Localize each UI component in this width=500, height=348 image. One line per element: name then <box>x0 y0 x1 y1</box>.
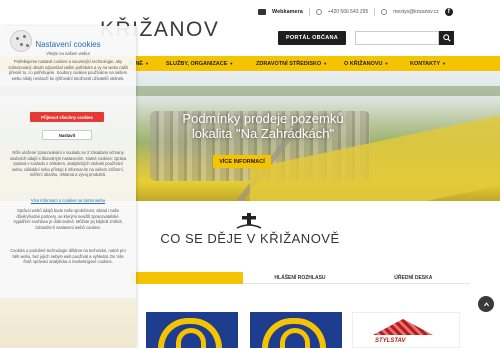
tab-aktuality[interactable] <box>130 272 244 284</box>
facebook-icon[interactable]: f <box>444 8 453 16</box>
nav-item-kontakty[interactable]: KONTAKTY ▼ <box>410 61 446 67</box>
search-input[interactable] <box>355 31 439 45</box>
chevron-down-icon: ▼ <box>442 61 447 66</box>
stylstav-card[interactable]: STYLSTAV <box>352 312 460 348</box>
cookie-details-text: Níže uložené zpracovávání v souladu se 2… <box>9 150 127 178</box>
czech-post-card-2[interactable] <box>250 312 342 348</box>
search-icon <box>442 34 451 42</box>
cookie-intro-text: Potřebujeme nastavit cookies a souvisejí… <box>8 59 128 81</box>
tab-hlaseni-rozhlasu[interactable]: HLÁŠENÍ ROZHLASU <box>243 272 357 284</box>
nav-item-zdravotni-stredisko[interactable]: ZDRAVOTNÍ STŘEDISKO ▼ <box>256 61 327 67</box>
chevron-down-icon: ▼ <box>323 61 328 66</box>
nav-item-label: ZDRAVOTNÍ STŘEDISKO <box>256 60 322 67</box>
webcam-icon[interactable] <box>258 9 266 15</box>
phone-icon <box>315 9 322 15</box>
portal-obcana-button[interactable]: PORTÁL OBČANA <box>278 31 346 45</box>
webcam-link[interactable]: Webkamera <box>272 9 303 15</box>
search-button[interactable] <box>439 31 454 45</box>
nav-item-o-krizanovu[interactable]: O KŘIŽANOVU ▼ <box>344 61 388 67</box>
cookie-background-image <box>0 298 136 348</box>
stylstav-roof-logo <box>373 319 433 335</box>
hero-title: Podmínky prodeje pozemků lokalita "Na Za… <box>118 111 408 141</box>
cookie-settings-button[interactable]: Nastavit <box>42 130 92 140</box>
hero-title-line2: lokalita "Na Zahrádkách" <box>191 126 335 141</box>
nav-item-label: KONTAKTY <box>410 60 441 67</box>
phone-link[interactable]: +420 566 543 295 <box>328 9 368 15</box>
email-icon <box>381 9 388 15</box>
cookie-controllers-text: Správci webů údajů bude naše společnost,… <box>13 208 123 230</box>
chevron-down-icon: ▼ <box>384 61 389 66</box>
stylstav-brand: STYLSTAV <box>375 338 406 344</box>
accept-all-cookies-button[interactable]: Přijmout všechny cookies <box>30 112 104 122</box>
chevron-down-icon: ▼ <box>229 61 234 66</box>
scroll-to-top-button[interactable] <box>478 296 494 312</box>
cookie-more-info-link[interactable]: Více informací o cookies na tomto webu <box>0 198 136 203</box>
nav-item-sluzby[interactable]: SLUŽBY, ORGANIZACE ▼ <box>166 61 233 67</box>
divider <box>374 8 376 16</box>
nav-item-label: O KŘIŽANOVU <box>344 60 383 67</box>
cookie-title: Nastavení cookies <box>35 40 101 49</box>
news-tabs: HLÁŠENÍ ROZHLASU ÚŘEDNÍ DESKA <box>130 272 470 284</box>
cookie-consent-panel: Nastavení cookies Vítejte na našem webu!… <box>0 26 136 348</box>
hero-title-line1: Podmínky prodeje pozemků <box>182 111 344 126</box>
header-contacts: Webkamera +420 566 543 295 mestys@krizan… <box>258 8 453 16</box>
tab-uredni-deska[interactable]: ÚŘEDNÍ DESKA <box>356 272 470 284</box>
nav-item-label: SLUŽBY, ORGANIZACE <box>166 60 228 67</box>
chevron-down-icon: ▼ <box>144 61 149 66</box>
cookie-technical-text: Cookies a podobné technologie děláme na … <box>10 248 126 265</box>
czech-post-card-1[interactable] <box>146 312 238 348</box>
divider <box>308 8 310 16</box>
cookie-subtitle: Vítejte na našem webu! <box>46 51 90 56</box>
email-link[interactable]: mestys@krizanov.cz <box>393 9 439 15</box>
cross-icon <box>236 213 262 229</box>
hero-more-info-button[interactable]: VÍCE INFORMACÍ <box>213 155 271 168</box>
arrow-up-icon <box>483 301 489 306</box>
